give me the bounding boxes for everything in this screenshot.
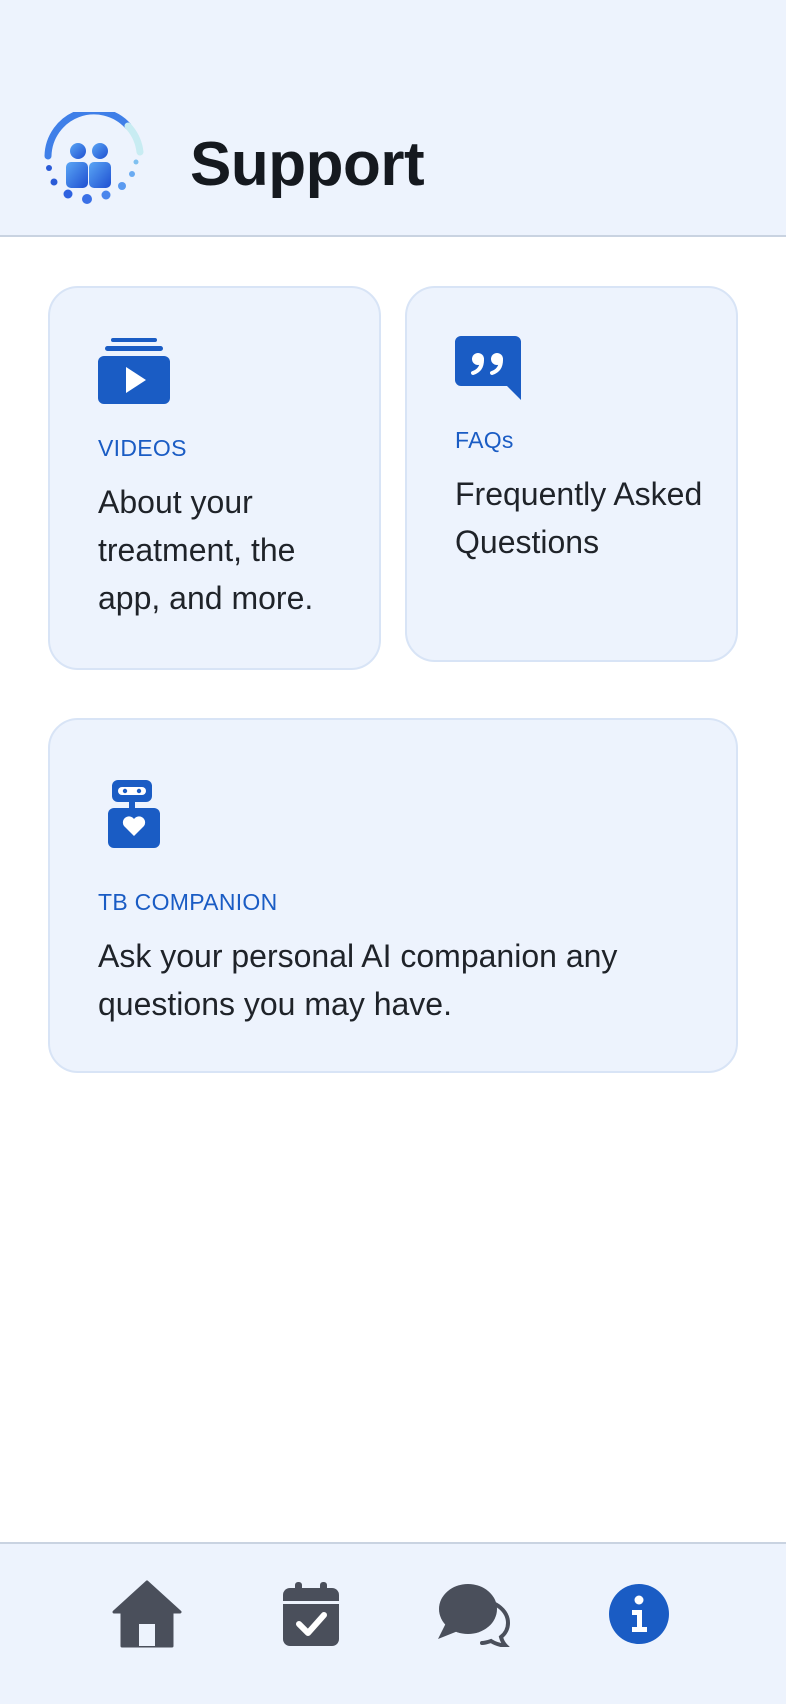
header: Support	[0, 0, 786, 237]
nav-support-button[interactable]	[599, 1574, 679, 1654]
videos-card[interactable]: VIDEOS About your treatment, the app, an…	[48, 286, 381, 670]
tb-companion-card[interactable]: TB COMPANION Ask your personal AI compan…	[48, 718, 738, 1073]
nav-chat-button[interactable]	[434, 1574, 514, 1654]
nav-home-button[interactable]	[107, 1574, 187, 1654]
faqs-description: Frequently Asked Questions	[455, 476, 703, 560]
tb-companion-tag: TB COMPANION	[98, 889, 278, 915]
quote-bubble-icon	[455, 336, 521, 400]
chat-bubbles-icon	[438, 1584, 510, 1647]
videos-tag: VIDEOS	[98, 435, 187, 461]
faqs-tag: FAQs	[455, 427, 514, 453]
faqs-card[interactable]: FAQs Frequently Asked Questions	[405, 286, 738, 662]
video-library-icon	[98, 338, 170, 404]
bottom-navigation	[0, 1542, 786, 1704]
videos-description: About your treatment, the app, and more.	[98, 484, 314, 616]
people-group-logo-icon	[44, 112, 144, 204]
calendar-check-icon	[283, 1582, 339, 1646]
page-title: Support	[190, 130, 425, 199]
nav-schedule-button[interactable]	[271, 1574, 351, 1654]
home-icon	[112, 1580, 182, 1648]
info-icon	[609, 1584, 669, 1644]
tb-companion-description: Ask your personal AI companion any quest…	[98, 938, 618, 1022]
robot-heart-icon	[108, 780, 160, 848]
